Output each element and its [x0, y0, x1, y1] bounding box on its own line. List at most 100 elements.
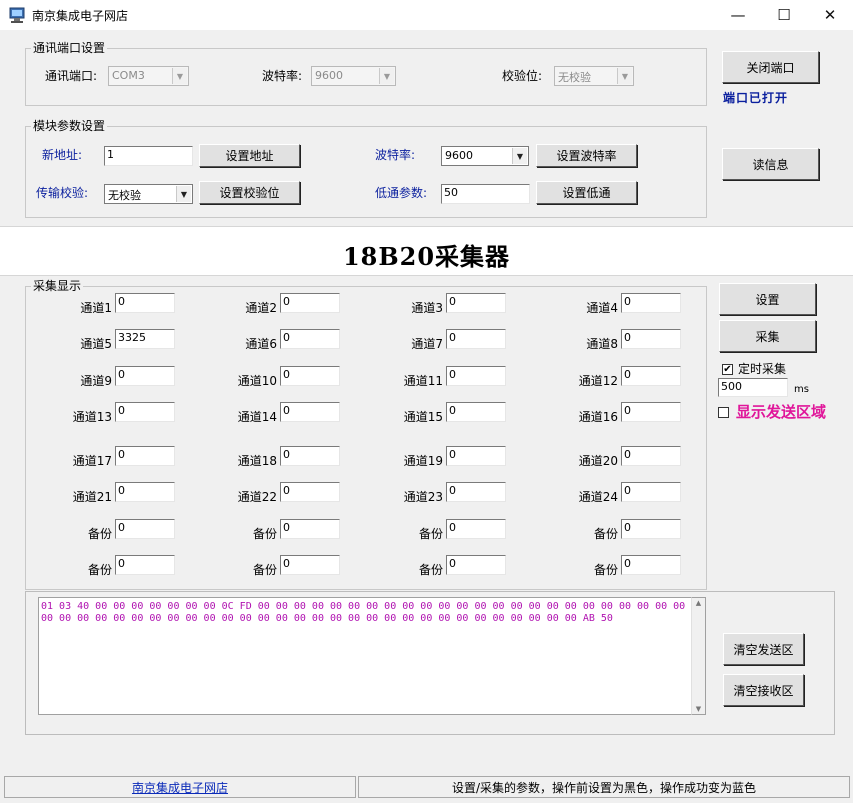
channel-value-input[interactable]: 0: [280, 366, 340, 386]
status-message: 设置/采集的参数，操作前设置为黑色，操作成功变为蓝色: [451, 780, 757, 795]
channel-value-input[interactable]: 0: [280, 293, 340, 313]
module-baud-select[interactable]: 9600 ▼: [441, 146, 529, 166]
comm-parity-value: 无校验: [558, 71, 591, 84]
channel-value-input[interactable]: 0: [621, 482, 681, 502]
comm-parity-select[interactable]: 无校验 ▼: [554, 66, 634, 86]
channel-label: 通道14: [237, 410, 277, 424]
new-address-input[interactable]: 1: [104, 146, 193, 166]
channel-value-input[interactable]: 0: [446, 555, 506, 575]
timed-collect-label: 定时采集: [738, 362, 787, 376]
channel-label: 通道2: [245, 301, 277, 315]
collect-button[interactable]: 采集: [719, 320, 816, 352]
channel-label: 通道22: [237, 490, 277, 504]
channel-value-input[interactable]: 0: [280, 402, 340, 422]
channel-value-input[interactable]: 0: [621, 555, 681, 575]
banner-title: 18B20采集器: [342, 242, 511, 271]
clear-send-button[interactable]: 清空发送区: [723, 633, 804, 665]
channel-value-input[interactable]: 0: [280, 482, 340, 502]
channel-value-input[interactable]: 3325: [115, 329, 175, 349]
title-bar: 南京集成电子网店 — ☐ ✕: [0, 0, 853, 30]
channel-value-input[interactable]: 0: [280, 519, 340, 539]
status-pane-right: 设置/采集的参数，操作前设置为黑色，操作成功变为蓝色: [358, 776, 850, 798]
status-pane-left: 南京集成电子网店: [4, 776, 356, 798]
comm-baud-select[interactable]: 9600 ▼: [311, 66, 396, 86]
receive-textarea[interactable]: 01 03 40 00 00 00 00 00 00 00 0C FD 00 0…: [38, 597, 691, 715]
channel-value-input[interactable]: 0: [115, 446, 175, 466]
clear-receive-button[interactable]: 清空接收区: [723, 674, 804, 706]
close-port-button[interactable]: 关闭端口: [722, 51, 819, 83]
channel-value-input[interactable]: 0: [621, 366, 681, 386]
minimize-icon[interactable]: —: [715, 0, 761, 30]
channel-value-input[interactable]: 0: [115, 555, 175, 575]
channel-value-input[interactable]: 0: [621, 402, 681, 422]
channel-label: 通道16: [578, 410, 618, 424]
chevron-down-icon: ▼: [176, 186, 191, 202]
show-send-checkbox[interactable]: [718, 407, 729, 418]
channel-value-input[interactable]: 0: [280, 329, 340, 349]
maximize-icon[interactable]: ☐: [761, 0, 807, 30]
channel-label: 通道3: [411, 301, 443, 315]
channel-label: 备份: [252, 527, 277, 541]
port-select[interactable]: COM3 ▼: [108, 66, 189, 86]
channel-label: 备份: [87, 563, 112, 577]
channel-label: 通道5: [80, 337, 112, 351]
channel-value-input[interactable]: 0: [621, 446, 681, 466]
channel-value-input[interactable]: 0: [446, 519, 506, 539]
set-lowpass-button[interactable]: 设置低通: [536, 181, 637, 204]
channel-value-input[interactable]: 0: [115, 519, 175, 539]
lowpass-label: 低通参数:: [375, 186, 428, 200]
channel-label: 通道19: [403, 454, 443, 468]
set-parity-button[interactable]: 设置校验位: [199, 181, 300, 204]
interval-unit: ms: [794, 384, 809, 395]
channel-label: 通道6: [245, 337, 277, 351]
channel-value-input[interactable]: 0: [115, 366, 175, 386]
channel-label: 通道9: [80, 374, 112, 388]
module-settings-legend: 模块参数设置: [31, 119, 108, 133]
channel-label: 通道23: [403, 490, 443, 504]
comm-parity-label: 校验位:: [502, 69, 543, 83]
port-status-text: 端口已打开: [723, 91, 789, 105]
shop-link[interactable]: 南京集成电子网店: [132, 779, 228, 796]
channel-value-input[interactable]: 0: [115, 402, 175, 422]
read-info-button[interactable]: 读信息: [722, 148, 819, 180]
channel-value-input[interactable]: 0: [621, 519, 681, 539]
channel-label: 通道10: [237, 374, 277, 388]
transfer-parity-select[interactable]: 无校验 ▼: [104, 184, 193, 204]
module-settings-group: [25, 126, 707, 218]
channel-label: 备份: [252, 563, 277, 577]
port-label: 通讯端口:: [45, 69, 98, 83]
lowpass-input[interactable]: 50: [441, 184, 530, 204]
set-baud-button[interactable]: 设置波特率: [536, 144, 637, 167]
channel-value-input[interactable]: 0: [280, 555, 340, 575]
setup-button[interactable]: 设置: [719, 283, 816, 315]
channel-value-input[interactable]: 0: [446, 366, 506, 386]
channel-value-input[interactable]: 0: [446, 402, 506, 422]
channel-value-input[interactable]: 0: [446, 446, 506, 466]
channel-value-input[interactable]: 0: [115, 293, 175, 313]
port-value: COM3: [112, 69, 145, 82]
interval-input[interactable]: 500: [718, 378, 788, 397]
channel-label: 备份: [593, 527, 618, 541]
set-address-button[interactable]: 设置地址: [199, 144, 300, 167]
channel-value-input[interactable]: 0: [621, 329, 681, 349]
channel-value-input[interactable]: 0: [446, 482, 506, 502]
channel-value-input[interactable]: 0: [446, 329, 506, 349]
channel-label: 通道12: [578, 374, 618, 388]
channel-label: 通道21: [72, 490, 112, 504]
transfer-parity-label: 传输校验:: [36, 186, 89, 200]
receive-scrollbar[interactable]: ▲ ▼: [691, 597, 706, 715]
chevron-down-icon: ▼: [172, 68, 187, 84]
channel-label: 备份: [418, 563, 443, 577]
timed-collect-checkbox[interactable]: ✔: [722, 364, 733, 375]
scroll-down-icon[interactable]: ▼: [692, 705, 705, 713]
channel-label: 通道8: [586, 337, 618, 351]
scroll-up-icon[interactable]: ▲: [692, 599, 705, 607]
channel-label: 通道17: [72, 454, 112, 468]
channel-value-input[interactable]: 0: [621, 293, 681, 313]
channel-value-input[interactable]: 0: [446, 293, 506, 313]
channel-label: 通道11: [403, 374, 443, 388]
close-icon[interactable]: ✕: [807, 0, 853, 30]
channel-value-input[interactable]: 0: [280, 446, 340, 466]
channel-value-input[interactable]: 0: [115, 482, 175, 502]
chevron-down-icon: ▼: [379, 68, 394, 84]
